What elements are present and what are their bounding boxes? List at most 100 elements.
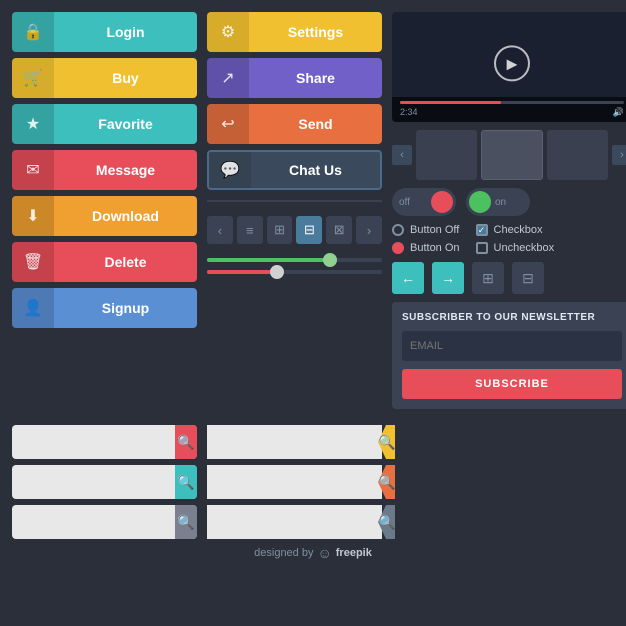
video-volume-icon: 🔊 [613,107,624,118]
grid-4-button[interactable]: ⊟ [296,216,322,244]
share-icon: ↗ [207,58,249,98]
radio-circle-on [392,242,404,254]
gear-icon: ⚙ [207,12,249,52]
favorite-button[interactable]: ★ Favorite [12,104,197,144]
delete-label: Delete [54,254,197,270]
slider-red-thumb[interactable] [270,265,284,279]
search-bars-left: 🔍 🔍 🔍 [12,425,197,539]
signup-button[interactable]: 👤 Signup [12,288,197,328]
search-button-3[interactable]: 🔍 [175,505,197,539]
footer-text: designed by [254,547,313,559]
newsletter-email-input[interactable] [402,331,622,361]
video-play-button[interactable]: ▶ [494,45,530,81]
radio-item-off[interactable]: Button Off [392,224,460,236]
slider-red-fill [207,270,277,274]
search-bar-2: 🔍 [12,465,197,499]
delete-button[interactable]: 🗑 Delete [12,242,197,282]
search-button-2[interactable]: 🔍 [175,465,197,499]
search-arrow-button-1[interactable]: 🔍 [378,425,395,459]
grid-2-button[interactable]: ⊞ [267,216,293,244]
footer: designed by ☺ freepik [0,545,626,565]
freepik-logo-icon: ☺ [317,545,331,561]
search-arrow-button-2[interactable]: 🔍 [378,465,395,499]
toggles-section: off on [392,188,626,216]
slider-green-thumb[interactable] [323,253,337,267]
checkbox-checked: ✓ [476,224,488,236]
footer-spacer [392,421,626,539]
next-page-button[interactable]: › [356,216,382,244]
prev-page-button[interactable]: ‹ [207,216,233,244]
video-player: ▶ 2:34 🔊 [392,12,626,122]
toggle-off[interactable]: off [392,188,456,216]
buy-label: Buy [54,70,197,86]
buy-button[interactable]: 🛒 Buy [12,58,197,98]
slider-green-row [207,258,382,262]
img-slide-3 [547,130,608,180]
search-bar-1: 🔍 [12,425,197,459]
download-label: Download [54,208,197,224]
toggle-off-label: off [399,197,410,208]
radio-item-on[interactable]: Button On [392,242,460,254]
left-column: 🔒 Login 🛒 Buy ★ Favorite ✉ Message ⬇ Dow… [12,12,197,409]
download-icon: ⬇ [12,196,54,236]
search-input-1[interactable] [20,435,175,449]
nav-left-arrow[interactable]: ← [392,262,424,294]
chat-button[interactable]: 💬 Chat Us [207,150,382,190]
search-input-2[interactable] [20,475,175,489]
radio-on-label: Button On [410,242,460,254]
image-slider: ‹ › [392,130,626,180]
grid-6-button[interactable]: ⊠ [326,216,352,244]
search-arrow-input-3[interactable] [207,515,378,529]
send-icon: ↩ [207,104,249,144]
slider-green-fill [207,258,330,262]
img-slider-prev[interactable]: ‹ [392,145,412,165]
search-bars-mid: 🔍 🔍 🔍 [207,425,382,539]
nav-expand-icon[interactable]: ⊞ [472,262,504,294]
pagination: ‹ ≡ ⊞ ⊟ ⊠ › [207,216,382,244]
login-label: Login [54,24,197,40]
toggle-on-label: on [495,197,506,208]
search-arrow-input-1[interactable] [207,435,378,449]
slider-red-track[interactable] [207,270,382,274]
uncheckbox-label: Uncheckbox [494,242,555,254]
chat-label: Chat Us [251,162,380,178]
settings-button[interactable]: ⚙ Settings [207,12,382,52]
img-slider-next[interactable]: › [612,145,626,165]
video-time: 2:34 [400,107,418,118]
bottom-row: 🔍 🔍 🔍 🔍 🔍 🔍 [0,421,626,539]
chat-icon: 💬 [209,150,251,190]
nav-compress-icon[interactable]: ⊟ [512,262,544,294]
lock-icon: 🔒 [12,12,54,52]
message-button[interactable]: ✉ Message [12,150,197,190]
radio-checkbox-section: Button Off Button On ✓ Checkbox Uncheckb… [392,224,626,254]
search-button-1[interactable]: 🔍 [175,425,197,459]
share-button[interactable]: ↗ Share [207,58,382,98]
settings-label: Settings [249,24,382,40]
newsletter-section: SUBSCRIBER TO OUR NEWSLETTER SUBSCRIBE [392,302,626,409]
slider-green-track[interactable] [207,258,382,262]
divider [207,200,382,202]
download-button[interactable]: ⬇ Download [12,196,197,236]
right-column: ▶ 2:34 🔊 ‹ › off [392,12,626,409]
send-button[interactable]: ↩ Send [207,104,382,144]
search-input-3[interactable] [20,515,175,529]
message-label: Message [54,162,197,178]
img-slide-2 [481,130,544,180]
video-progress-bar[interactable] [400,101,624,104]
img-slide-1 [416,130,477,180]
middle-column: ⚙ Settings ↗ Share ↩ Send 💬 Chat Us ‹ ≡ … [207,12,382,409]
search-arrow-button-3[interactable]: 🔍 [378,505,395,539]
footer-brand: freepik [336,547,372,559]
list-view-button[interactable]: ≡ [237,216,263,244]
toggle-on[interactable]: on [466,188,530,216]
video-controls: 2:34 🔊 [392,97,626,122]
toggle-knob-off [431,191,453,213]
search-arrow-input-2[interactable] [207,475,378,489]
checkbox-item-unchecked[interactable]: Uncheckbox [476,242,555,254]
checkbox-item-checked[interactable]: ✓ Checkbox [476,224,555,236]
checkbox-group: ✓ Checkbox Uncheckbox [476,224,555,254]
newsletter-subscribe-button[interactable]: SUBSCRIBE [402,369,622,399]
nav-right-arrow[interactable]: → [432,262,464,294]
search-bar-3: 🔍 [12,505,197,539]
login-button[interactable]: 🔒 Login [12,12,197,52]
